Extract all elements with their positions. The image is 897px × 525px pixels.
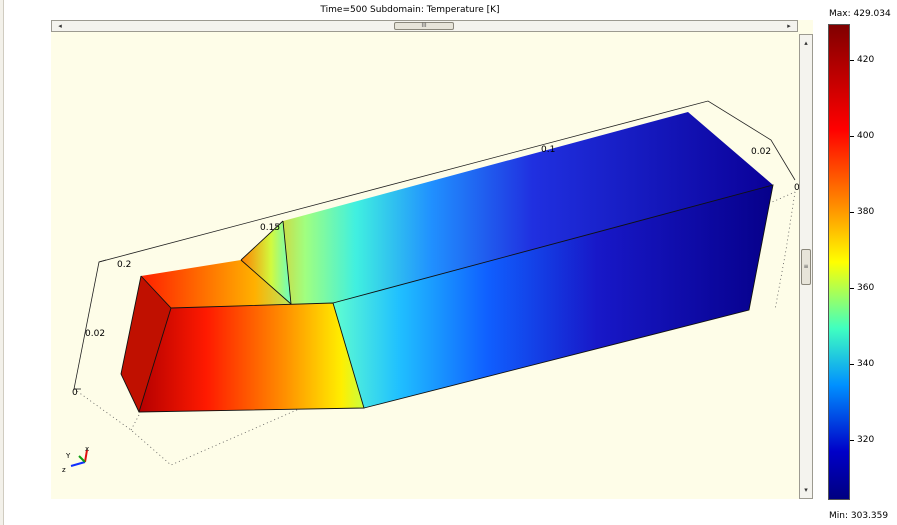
colorbar-min-label: Min: 303.359 <box>829 511 889 521</box>
axis-label: 0.02 <box>85 329 105 339</box>
horizontal-scroll-thumb[interactable]: III <box>394 22 454 30</box>
temperature-plot-3d: 0.02 0.15 0.2 0.02 0 0 0.1 x Y z <box>62 100 800 474</box>
colorbar-tick <box>850 288 854 289</box>
colorbar-tick-label: 420 <box>857 55 875 65</box>
triad-y-label: Y <box>65 452 71 460</box>
colorbar-tick-label: 360 <box>857 283 875 293</box>
colorbar-tick-label: 320 <box>857 435 875 445</box>
axis-label: 0.15 <box>260 223 280 233</box>
colorbar-tick-label: 380 <box>857 207 875 217</box>
axis-label: 0.1 <box>541 145 555 155</box>
axis-label: 0.02 <box>751 147 771 157</box>
front-face <box>139 303 364 412</box>
colorbar-tick-label: 340 <box>857 359 875 369</box>
vertical-scrollbar[interactable]: ▴ ≡ ▾ <box>799 34 813 499</box>
colorbar-tick <box>850 212 854 213</box>
plot-viewport[interactable]: 0.02 0.15 0.2 0.02 0 0 0.1 x Y z <box>51 20 813 499</box>
axis-label: 0.2 <box>117 260 131 270</box>
scroll-left-arrow-icon[interactable]: ◂ <box>54 21 66 31</box>
window-left-edge <box>0 0 4 525</box>
plot-title: Time=500 Subdomain: Temperature [K] <box>320 5 500 15</box>
vertical-scroll-thumb[interactable]: ≡ <box>801 249 811 285</box>
axis-triad: x Y z <box>62 445 89 474</box>
colorbar-tick-label: 400 <box>857 131 875 141</box>
scroll-right-arrow-icon[interactable]: ▸ <box>783 21 795 31</box>
colorbar-tick <box>850 364 854 365</box>
triad-z-label: z <box>62 466 66 474</box>
triad-x-label: x <box>85 445 89 453</box>
horizontal-scrollbar[interactable]: ◂ III ▸ <box>51 20 798 32</box>
scroll-down-arrow-icon[interactable]: ▾ <box>800 484 812 496</box>
axis-label: 0 <box>72 388 78 398</box>
colorbar-tick <box>850 440 854 441</box>
scroll-up-arrow-icon[interactable]: ▴ <box>800 37 812 49</box>
solid-body <box>120 112 774 413</box>
colorbar-tick <box>850 136 854 137</box>
colorbar-tick <box>850 60 854 61</box>
colorbar-max-label: Max: 429.034 <box>829 9 891 19</box>
colorbar-legend <box>828 24 850 500</box>
